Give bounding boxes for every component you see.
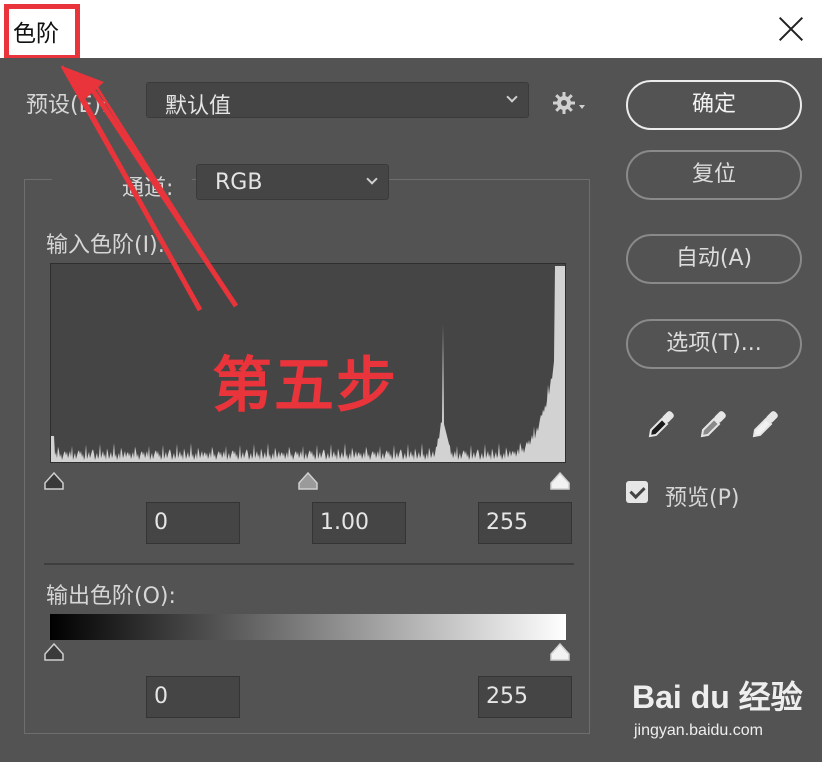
baidu-watermark: Bai du 经验 jingyan.baidu.com <box>632 672 803 752</box>
annotation-arrow <box>60 65 239 312</box>
watermark-url: jingyan.baidu.com <box>634 722 763 739</box>
levels-window: 色阶 预设(E): 默认值 确定 复位 自动(A) 选项(T)... 预览(P)… <box>0 0 826 762</box>
annotation-text: 第五步 <box>212 351 398 421</box>
watermark-logo: Bai du 经验 <box>632 679 803 715</box>
